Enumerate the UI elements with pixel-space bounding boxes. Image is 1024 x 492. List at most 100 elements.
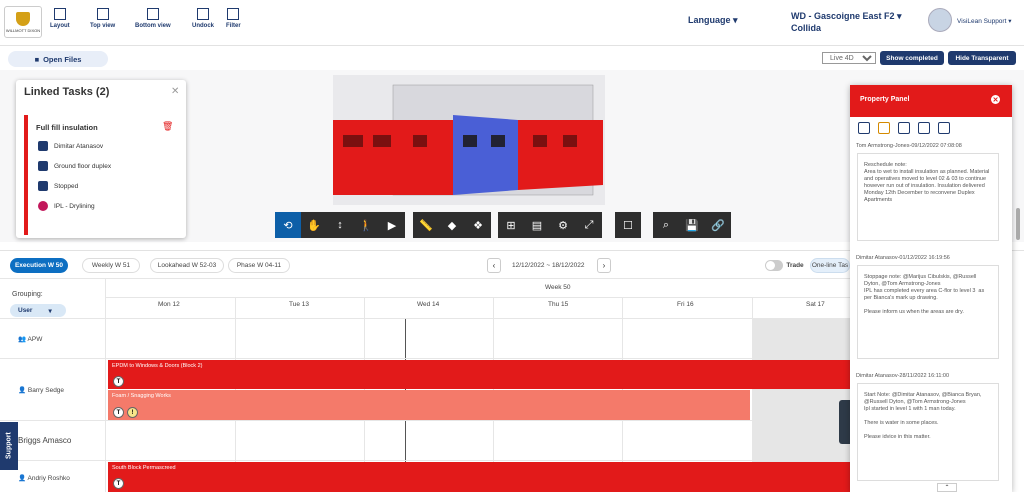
layout-button[interactable]: Layout [50,8,70,36]
task-title: Full fill insulation [36,123,98,132]
link-icon[interactable]: 🔗 [705,212,731,238]
project-selector[interactable]: WD - Gascoigne East F2 ▾ Collida [791,10,902,34]
model-icon[interactable] [918,122,930,134]
tasks-icon[interactable] [878,122,890,134]
fullscreen-icon[interactable]: ⤢ [576,212,602,238]
zoom-vertical-icon[interactable]: ↕ [327,212,353,238]
delete-icon[interactable]: 🗑 [162,121,173,132]
tab-weekly[interactable]: Weekly W 51 [82,258,140,273]
date-range: 12/12/2022 ~ 18/12/2022 [512,262,585,269]
support-tab[interactable]: Support [0,422,18,470]
bottom-view-button[interactable]: Bottom view [135,8,171,36]
building-model[interactable] [333,75,605,205]
day-header: Thu 15 [548,301,569,308]
one-line-tasks-toggle[interactable]: One-line Tas [810,258,850,273]
task-icon[interactable]: ☐ [615,212,641,238]
grouping-label: Grouping: [12,291,43,298]
language-dropdown[interactable]: Language ▾ [688,15,738,26]
linked-tasks-title: Linked Tasks (2) [24,86,110,98]
close-icon[interactable]: ✕ [171,86,179,97]
user-menu[interactable]: VisiLean Support ▾ [957,17,1011,25]
task-assignee: Dimitar Atanasov [38,139,103,153]
orbit-icon[interactable]: ⟲ [275,212,301,238]
tab-phase[interactable]: Phase W 04-11 [228,258,290,273]
task-bar[interactable]: South Block Permascreed [108,462,850,492]
settings-icon[interactable]: ⚙ [550,212,576,238]
task-card[interactable]: Full fill insulation 🗑 Dimitar Atanasov … [24,115,178,235]
person-icon: 👤 [18,475,28,482]
properties-icon[interactable]: ▤ [524,212,550,238]
viewer-toolbar-nav: ⟲ ✋ ↕ 🚶 ▶ [275,212,405,238]
section-icon[interactable]: ◆ [439,212,465,238]
trade-toggle[interactable] [765,260,783,271]
task-bar[interactable]: Foam / Snagging Works [108,390,750,420]
next-week-button[interactable]: › [597,258,611,273]
note-body: Start Note: @Dimitar Atanasov, @Bianca B… [857,383,999,481]
undock-icon [197,8,209,20]
avatar[interactable] [928,8,952,32]
view-mode-select[interactable]: Live 4D [822,52,876,64]
layout-icon [53,8,66,20]
hide-transparent-button[interactable]: Hide Transparent [948,51,1016,65]
day-header: Tue 13 [289,301,309,308]
company-logo: WILLMOTT DIXON [4,6,42,38]
scrollbar[interactable] [1016,208,1020,240]
person-icon [38,141,48,151]
trade-icon [38,201,48,211]
search-icon[interactable]: ⌕ [653,212,679,238]
tab-lookahead[interactable]: Lookahead W 52-03 [150,258,224,273]
trade-label: Trade [783,258,807,273]
person-row-label: Briggs Amasco [18,436,72,445]
project-sub: Collida [791,23,822,33]
undock-button[interactable]: Undock [192,8,214,36]
elements-icon[interactable] [858,122,870,134]
structure-icon[interactable]: ⊞ [498,212,524,238]
close-icon[interactable]: ✕ [991,95,1000,104]
task-status: Stopped [38,179,78,193]
folder-icon: ■ [34,54,40,64]
task-location: Ground floor duplex [38,159,111,173]
camera-icon[interactable]: ▶ [379,212,405,238]
document-icon[interactable] [898,122,910,134]
property-tabs [850,117,1012,139]
viewer-toolbar-misc: ⌕ 💾 🔗 [653,212,731,238]
tab-execution[interactable]: Execution W 50 [10,258,68,273]
pan-icon[interactable]: ✋ [301,212,327,238]
property-panel: Property Panel ✕ Tom Armstrong-Jones-09/1… [850,85,1012,492]
prev-week-button[interactable]: ‹ [487,258,501,273]
note-header: Dimitar Atanasov-28/11/2022 16:11:00 [856,373,950,379]
group-by-select[interactable]: User ▾ [10,304,66,317]
top-view-button[interactable]: Top view [90,8,115,36]
task-trade: IPL - Drylining [38,199,95,213]
scroll-up-icon[interactable]: ⌃ [937,483,957,492]
top-view-icon [96,8,109,20]
trade-badge-icon: T [113,376,124,387]
task-bar[interactable]: EPDM to Windows & Doors (Block 2) [108,360,850,389]
bottom-view-icon [146,8,159,20]
person-row-label: 👥 APW [18,336,43,343]
show-completed-button[interactable]: Show completed [880,51,944,65]
open-files-button[interactable]: ■ Open Files [8,51,108,67]
logo-shield-icon [16,11,30,26]
linked-tasks-panel: Linked Tasks (2) ✕ Full fill insulation … [16,80,186,238]
location-icon [38,161,48,171]
note-header: Dimitar Atanasov-01/12/2022 16:19:56 [856,255,950,261]
person-row-label: 👤 Barry Sedge [18,387,65,394]
person-row-label: 👤 Andriy Roshko [18,475,70,482]
trade-badge-icon: T [113,478,124,489]
explode-icon[interactable]: ❖ [465,212,491,238]
day-header: Wed 14 [417,301,440,308]
save-icon[interactable]: 💾 [679,212,705,238]
note-body: Stoppage note: @Marijus Cibulskis, @Russ… [857,265,999,359]
schedule-icon[interactable] [938,122,950,134]
note-body: Reschedule note: Area to wet to install … [857,153,999,241]
day-header: Sat 17 [806,301,825,308]
viewer-toolbar-task: ☐ [615,212,641,238]
logo-text: WILLMOTT DIXON [5,27,41,33]
measure-icon[interactable]: 📏 [413,212,439,238]
warning-icon: ! [127,407,138,418]
filter-button[interactable]: Filter [226,8,241,36]
walk-icon[interactable]: 🚶 [353,212,379,238]
property-panel-title: Property Panel [860,96,910,103]
viewer-toolbar-tools: 📏 ◆ ❖ [413,212,491,238]
